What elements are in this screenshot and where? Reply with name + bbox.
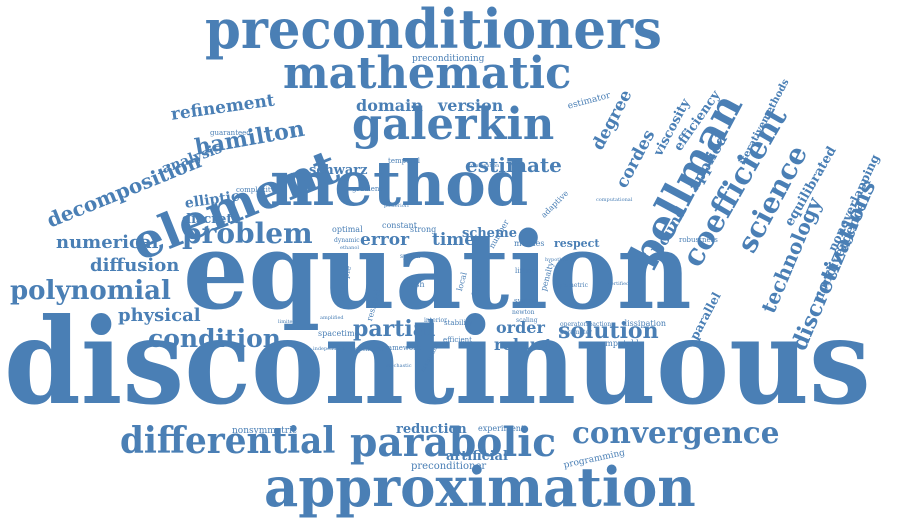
word-dependent: dependent: [351, 346, 384, 353]
word-cordes: cordes: [612, 126, 660, 192]
word-condition: condition: [148, 324, 281, 353]
word-robust: robust: [494, 335, 553, 354]
word-hypothesis: hypothesis: [545, 257, 573, 263]
word-guaranteed: guaranteed: [210, 129, 251, 137]
word-independent: independent: [313, 346, 345, 352]
word-lifting: lifting: [515, 267, 537, 275]
word-schwarz: schwarz: [309, 163, 368, 178]
word-refinement: refinement: [169, 90, 276, 125]
word-respect: respect: [554, 237, 600, 250]
word-ethanol: ethanol: [340, 245, 359, 251]
word-discrete: discrete: [182, 212, 241, 227]
word-system: system: [514, 297, 539, 305]
word-computational: computational: [596, 197, 633, 203]
word-reduction: reduction: [396, 422, 467, 437]
word-robustness: robustness: [679, 236, 718, 244]
word-spatial: spatial: [400, 253, 421, 260]
word-strong: strong: [410, 225, 437, 234]
word-temporal: temporal: [388, 157, 421, 165]
word-operator: operator: [560, 321, 587, 328]
word-polynomial: polynomial: [10, 276, 171, 306]
word-scaling: scaling: [516, 317, 538, 324]
word-amplified: amplified: [320, 315, 344, 321]
word-mesh: mesh: [403, 280, 425, 289]
word-newton: newton: [512, 309, 535, 316]
word-convergence: convergence: [572, 416, 780, 451]
word-diffusion: diffusion: [90, 255, 180, 276]
word-nonsymmetric: nonsymmetric: [232, 426, 297, 436]
word-physical: physical: [118, 305, 201, 326]
word-differential: differential: [120, 420, 336, 462]
word-efficient: efficient: [443, 336, 472, 344]
word-meshes: meshes: [514, 239, 545, 248]
word-preconditioning: preconditioning: [412, 54, 485, 64]
word-preconditioner: preconditioner: [411, 461, 487, 472]
word-parameter: parameter: [560, 329, 592, 336]
word-scheme: scheme: [462, 226, 517, 241]
word-numerical: numerical: [56, 232, 159, 253]
word-domain: domain: [356, 96, 423, 115]
word-computable: computable: [596, 339, 644, 348]
word-spacetime: spacetime: [318, 329, 360, 338]
word-error: error: [360, 230, 410, 250]
word-interior: interior: [424, 317, 448, 324]
word-stochastic: stochastic: [386, 363, 412, 369]
word-estimator: estimator: [566, 90, 612, 112]
word-certified: certified: [608, 281, 630, 287]
word-cloud: discontinuous equation method approximat…: [0, 0, 900, 528]
word-gradient: gradient: [352, 185, 383, 193]
word-symmetric: symmetric: [556, 282, 588, 289]
word-version: version: [438, 96, 504, 115]
word-stability: stability: [444, 319, 473, 327]
word-experiment: experiment: [478, 424, 525, 433]
word-dynamic: dynamic: [334, 237, 360, 244]
word-complexity: complexity: [236, 186, 275, 194]
word-posteriori: posteriori: [384, 203, 409, 209]
word-limited: limited: [278, 319, 296, 325]
word-reaction: reaction: [586, 321, 612, 328]
word-dissipation: dissipation: [622, 319, 667, 328]
word-combination: combination: [468, 163, 500, 169]
word-optimal: optimal: [332, 225, 363, 234]
word-framework: framework: [382, 344, 421, 352]
